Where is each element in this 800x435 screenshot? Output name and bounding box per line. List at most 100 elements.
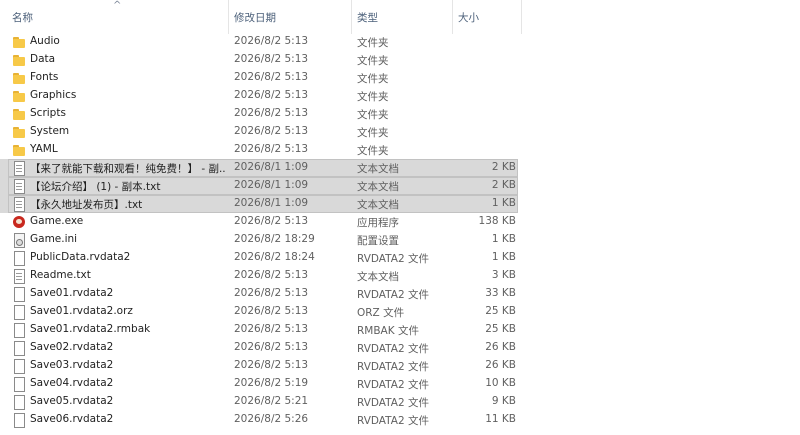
file-name: Scripts <box>30 107 66 119</box>
file-type: 文本文档 <box>357 271 399 283</box>
sort-ascending-icon: ^ <box>113 0 122 11</box>
file-row[interactable]: 【论坛介绍】 (1) - 副本.txt 2026/8/1 1:09 文本文档 2 KB <box>0 177 518 195</box>
file-type: 文本文档 <box>357 199 399 211</box>
file-date: 2026/8/1 1:09 <box>234 197 309 209</box>
file-row[interactable]: Game.exe 2026/8/2 5:13 应用程序 138 KB <box>0 213 518 231</box>
file-size: 9 KB <box>491 395 516 407</box>
file-name: Save01.rvdata2 <box>30 287 114 299</box>
file-size: 10 KB <box>485 377 516 389</box>
file-size: 3 KB <box>491 269 516 281</box>
file-row[interactable]: Save04.rvdata2 2026/8/2 5:19 RVDATA2 文件 10 … <box>0 375 518 393</box>
file-date: 2026/8/2 5:13 <box>234 287 309 299</box>
file-icon <box>12 395 26 410</box>
text-file-icon <box>12 197 26 212</box>
column-divider[interactable] <box>351 0 352 34</box>
file-name: Data <box>30 53 56 65</box>
file-date: 2026/8/2 5:13 <box>234 35 309 47</box>
file-date: 2026/8/2 5:19 <box>234 377 309 389</box>
file-name: Save06.rvdata2 <box>30 413 114 425</box>
file-name: 【论坛介绍】 (1) - 副本.txt <box>30 181 161 193</box>
file-type: 文件夹 <box>357 37 389 49</box>
file-row[interactable]: Scripts 2026/8/2 5:13 文件夹 <box>0 105 518 123</box>
file-size: 26 KB <box>485 359 516 371</box>
file-row[interactable]: YAML 2026/8/2 5:13 文件夹 <box>0 141 518 159</box>
folder-icon <box>12 143 26 157</box>
file-type: ORZ 文件 <box>357 307 405 319</box>
file-row[interactable]: Audio 2026/8/2 5:13 文件夹 <box>0 33 518 51</box>
file-row[interactable]: Save06.rvdata2 2026/8/2 5:26 RVDATA2 文件 11 … <box>0 411 518 429</box>
folder-icon <box>12 71 26 85</box>
file-row[interactable]: Save03.rvdata2 2026/8/2 5:13 RVDATA2 文件 26 … <box>0 357 518 375</box>
text-file-icon <box>12 179 26 194</box>
file-row[interactable]: Graphics 2026/8/2 5:13 文件夹 <box>0 87 518 105</box>
file-name: Fonts <box>30 71 59 83</box>
file-size: 2 KB <box>491 161 516 173</box>
file-icon <box>12 287 26 302</box>
file-type: 文件夹 <box>357 127 389 139</box>
file-date: 2026/8/2 5:13 <box>234 323 309 335</box>
file-icon <box>12 377 26 392</box>
file-type: RVDATA2 文件 <box>357 289 429 301</box>
file-name: YAML <box>30 143 58 155</box>
file-size: 138 KB <box>478 215 516 227</box>
file-date: 2026/8/2 5:13 <box>234 341 309 353</box>
column-divider[interactable] <box>452 0 453 34</box>
text-file-icon <box>12 269 26 284</box>
file-date: 2026/8/2 5:13 <box>234 359 309 371</box>
file-row[interactable]: Data 2026/8/2 5:13 文件夹 <box>0 51 518 69</box>
file-type: RMBAK 文件 <box>357 325 419 337</box>
file-icon <box>12 359 26 374</box>
file-type: 文件夹 <box>357 109 389 121</box>
file-row[interactable]: Save02.rvdata2 2026/8/2 5:13 RVDATA2 文件 26 … <box>0 339 518 357</box>
file-name: Save01.rvdata2.rmbak <box>30 323 151 335</box>
settings-file-icon <box>12 233 26 248</box>
file-name: Save02.rvdata2 <box>30 341 114 353</box>
file-name: System <box>30 125 70 137</box>
file-row[interactable]: Save01.rvdata2.orz 2026/8/2 5:13 ORZ 文件 25 … <box>0 303 518 321</box>
file-size: 1 KB <box>491 197 516 209</box>
file-list: Audio 2026/8/2 5:13 文件夹 Data 2026/8/2 5:13 文件… <box>0 33 522 429</box>
file-date: 2026/8/2 18:24 <box>234 251 315 263</box>
file-date: 2026/8/2 5:13 <box>234 107 309 119</box>
file-icon <box>12 341 26 356</box>
file-type: 文件夹 <box>357 91 389 103</box>
file-type: 文本文档 <box>357 163 399 175</box>
file-row[interactable]: 【永久地址发布页】.txt 2026/8/1 1:09 文本文档 1 KB <box>0 195 518 213</box>
file-size: 2 KB <box>491 179 516 191</box>
file-date: 2026/8/2 5:13 <box>234 305 309 317</box>
column-header-name[interactable]: 名称 <box>12 10 33 25</box>
file-type: RVDATA2 文件 <box>357 379 429 391</box>
file-name: Save04.rvdata2 <box>30 377 114 389</box>
file-type: 应用程序 <box>357 217 399 229</box>
file-row[interactable]: 【来了就能下载和观看！纯免费！】 - 副... 2026/8/1 1:09 文本文档… <box>0 159 518 177</box>
file-row[interactable]: Save01.rvdata2 2026/8/2 5:13 RVDATA2 文件 33 … <box>0 285 518 303</box>
file-row[interactable]: Save05.rvdata2 2026/8/2 5:21 RVDATA2 文件 9 K… <box>0 393 518 411</box>
file-type: 文件夹 <box>357 55 389 67</box>
file-type: 文本文档 <box>357 181 399 193</box>
column-divider[interactable] <box>228 0 229 34</box>
file-date: 2026/8/2 18:29 <box>234 233 315 245</box>
file-icon <box>12 251 26 266</box>
file-row[interactable]: Readme.txt 2026/8/2 5:13 文本文档 3 KB <box>0 267 518 285</box>
file-row[interactable]: PublicData.rvdata2 2026/8/2 18:24 RVDATA2 … <box>0 249 518 267</box>
file-type: RVDATA2 文件 <box>357 397 429 409</box>
column-header-type[interactable]: 类型 <box>357 10 378 25</box>
column-divider[interactable] <box>521 0 522 34</box>
folder-icon <box>12 89 26 103</box>
game-exe-icon <box>12 215 26 229</box>
file-row[interactable]: Save01.rvdata2.rmbak 2026/8/2 5:13 RMBAK 文… <box>0 321 518 339</box>
file-type: 文件夹 <box>357 73 389 85</box>
column-header-date[interactable]: 修改日期 <box>234 10 276 25</box>
file-row[interactable]: Fonts 2026/8/2 5:13 文件夹 <box>0 69 518 87</box>
file-name: Save01.rvdata2.orz <box>30 305 133 317</box>
column-header-size[interactable]: 大小 <box>458 10 479 25</box>
folder-icon <box>12 107 26 121</box>
file-name: 【来了就能下载和观看！纯免费！】 - 副... <box>30 163 226 175</box>
file-name: Audio <box>30 35 60 47</box>
file-row[interactable]: Game.ini 2026/8/2 18:29 配置设置 1 KB <box>0 231 518 249</box>
folder-icon <box>12 125 26 139</box>
file-size: 33 KB <box>485 287 516 299</box>
folder-icon <box>12 53 26 67</box>
file-row[interactable]: System 2026/8/2 5:13 文件夹 <box>0 123 518 141</box>
file-date: 2026/8/2 5:13 <box>234 89 309 101</box>
